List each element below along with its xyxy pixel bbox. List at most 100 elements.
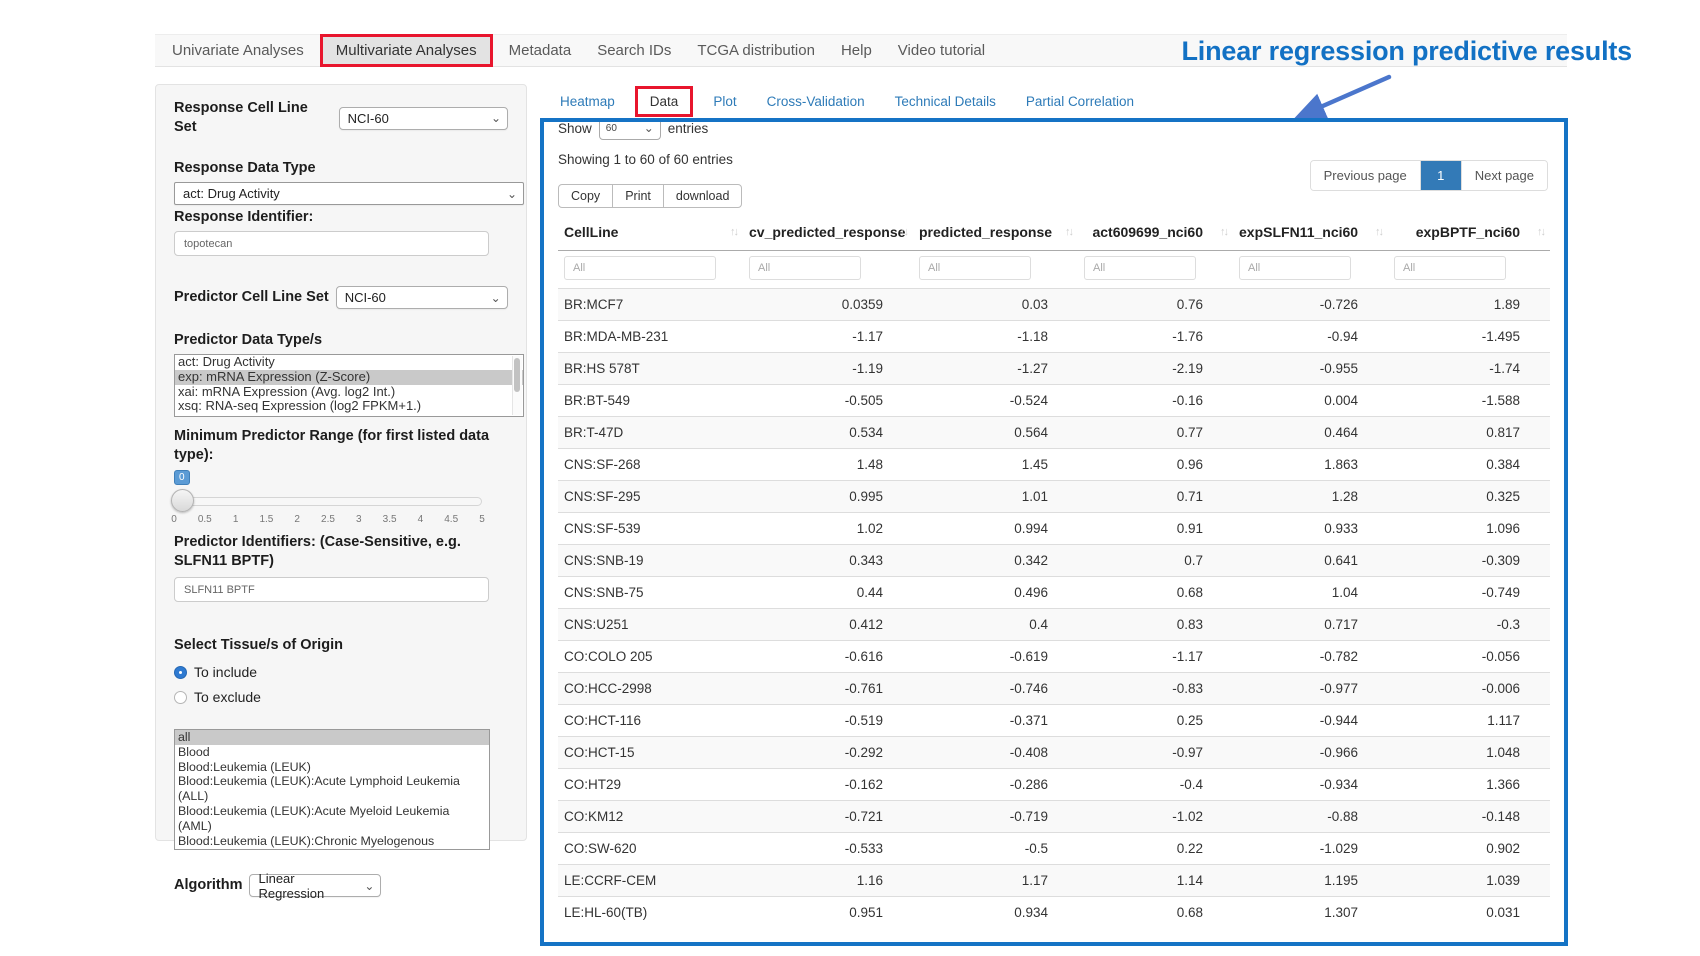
tab-data[interactable]: Data	[638, 89, 691, 114]
value-cell: -1.74	[1388, 353, 1550, 385]
copy-button[interactable]: Copy	[558, 184, 613, 208]
predictor-data-type-option[interactable]: exp: mRNA Expression (Z-Score)	[175, 370, 523, 385]
tab-partial-correlation[interactable]: Partial Correlation	[1011, 86, 1149, 117]
value-cell: 1.195	[1233, 865, 1388, 897]
value-cell: 1.16	[743, 865, 913, 897]
tab-cross-validation[interactable]: Cross-Validation	[752, 86, 880, 117]
tab-technical-details[interactable]: Technical Details	[880, 86, 1011, 117]
next-page-button[interactable]: Next page	[1461, 161, 1547, 190]
sort-icon[interactable]: ↑↓	[1537, 226, 1544, 238]
column-filter-input-cv-predicted-response[interactable]	[749, 256, 861, 280]
column-header-expbptf-nci60[interactable]: expBPTF_nci60↑↓	[1388, 214, 1550, 251]
predictor-data-type-option[interactable]: act: Drug Activity	[175, 355, 523, 370]
nav-item-search-ids[interactable]: Search IDs	[584, 37, 684, 64]
cell-line-cell: CO:COLO 205	[558, 641, 743, 673]
value-cell: -0.371	[913, 705, 1078, 737]
cell-line-cell: CNS:SNB-19	[558, 545, 743, 577]
column-filter-input-predicted-response[interactable]	[919, 256, 1031, 280]
slider-track[interactable]	[174, 497, 482, 506]
sort-icon[interactable]: ↑↓	[900, 226, 907, 238]
filter-cell	[1233, 251, 1388, 289]
value-cell: 0.995	[743, 481, 913, 513]
sort-icon[interactable]: ↑↓	[1220, 226, 1227, 238]
tissue-include-radio[interactable]: To include	[174, 664, 508, 680]
value-cell: 0.994	[913, 513, 1078, 545]
filter-cell	[913, 251, 1078, 289]
previous-page-button[interactable]: Previous page	[1311, 161, 1420, 190]
table-row: CO:COLO 205-0.616-0.619-1.17-0.782-0.056	[558, 641, 1550, 673]
nav-item-metadata[interactable]: Metadata	[496, 37, 585, 64]
slider-handle[interactable]	[171, 489, 194, 512]
value-cell: 1.89	[1388, 289, 1550, 321]
sort-icon[interactable]: ↑↓	[730, 226, 737, 238]
response-data-type-select[interactable]: act: Drug Activity ⌄	[174, 182, 524, 205]
tissue-exclude-radio[interactable]: To exclude	[174, 689, 508, 705]
column-filter-input-expslfn11-nci60[interactable]	[1239, 256, 1351, 280]
scrollbar[interactable]	[512, 356, 522, 415]
value-cell: -0.977	[1233, 673, 1388, 705]
filter-cell	[743, 251, 913, 289]
nav-item-video-tutorial[interactable]: Video tutorial	[885, 37, 998, 64]
tissue-option[interactable]: Blood	[175, 745, 489, 760]
nav-item-multivariate-analyses[interactable]: Multivariate Analyses	[323, 37, 490, 64]
response-cell-line-set-value: NCI-60	[348, 111, 389, 126]
page-size-select[interactable]: 60 ⌄	[599, 118, 661, 140]
value-cell: -0.746	[913, 673, 1078, 705]
sort-icon[interactable]: ↑↓	[1375, 226, 1382, 238]
value-cell: 1.863	[1233, 449, 1388, 481]
nav-item-tcga-distribution[interactable]: TCGA distribution	[684, 37, 828, 64]
algorithm-select[interactable]: Linear Regression ⌄	[249, 874, 381, 897]
predictor-cell-line-set-select[interactable]: NCI-60 ⌄	[336, 286, 508, 309]
radio-unselected-icon[interactable]	[174, 691, 187, 704]
tissue-option[interactable]: Blood:Leukemia (LEUK):Acute Lymphoid Leu…	[175, 774, 489, 804]
filter-cell	[1388, 251, 1550, 289]
nav-item-univariate-analyses[interactable]: Univariate Analyses	[159, 37, 317, 64]
column-filter-input-act609699-nci60[interactable]	[1084, 256, 1196, 280]
response-identifier-input[interactable]	[174, 231, 489, 256]
predictor-data-type-option[interactable]: xai: mRNA Expression (Avg. log2 Int.)	[175, 385, 523, 400]
tab-plot[interactable]: Plot	[698, 86, 751, 117]
cell-line-cell: CNS:SF-295	[558, 481, 743, 513]
table-row: CO:HCT-116-0.519-0.3710.25-0.9441.117	[558, 705, 1550, 737]
tab-heatmap[interactable]: Heatmap	[545, 86, 630, 117]
sort-icon[interactable]: ↑↓	[1065, 226, 1072, 238]
predictor-identifiers-input[interactable]	[174, 577, 489, 602]
min-predictor-range-slider[interactable]: 00.511.522.533.544.55	[174, 487, 482, 525]
value-cell: 0.534	[743, 417, 913, 449]
column-header-predicted-response[interactable]: predicted_response↑↓	[913, 214, 1078, 251]
cell-line-cell: CNS:SNB-75	[558, 577, 743, 609]
chevron-down-icon: ⌄	[364, 881, 374, 891]
print-button[interactable]: Print	[612, 184, 664, 208]
value-cell: 1.02	[743, 513, 913, 545]
tissue-option[interactable]: Blood:Leukemia (LEUK):Acute Myeloid Leuk…	[175, 804, 489, 834]
column-header-expslfn11-nci60[interactable]: expSLFN11_nci60↑↓	[1233, 214, 1388, 251]
tissue-option[interactable]: Blood:Leukemia (LEUK)	[175, 760, 489, 775]
value-cell: -0.505	[743, 385, 913, 417]
column-filter-input-expbptf-nci60[interactable]	[1394, 256, 1506, 280]
download-button[interactable]: download	[663, 184, 743, 208]
cell-line-cell: CO:HT29	[558, 769, 743, 801]
tissue-origin-list[interactable]: allBloodBlood:Leukemia (LEUK)Blood:Leuke…	[174, 729, 490, 850]
column-filter-input-cellline[interactable]	[564, 256, 716, 280]
value-cell: 1.039	[1388, 865, 1550, 897]
tissue-option[interactable]: Blood:Leukemia (LEUK):Chronic Myelogenou…	[175, 834, 489, 850]
cell-line-cell: BR:MDA-MB-231	[558, 321, 743, 353]
radio-selected-icon[interactable]	[174, 666, 187, 679]
predictor-data-types-list[interactable]: act: Drug Activityexp: mRNA Expression (…	[174, 354, 524, 417]
tissue-option[interactable]: all	[175, 730, 489, 745]
scrollbar-thumb[interactable]	[514, 358, 520, 392]
nav-item-help[interactable]: Help	[828, 37, 885, 64]
table-row: BR:BT-549-0.505-0.524-0.160.004-1.588	[558, 385, 1550, 417]
value-cell: 0.641	[1233, 545, 1388, 577]
current-page-button[interactable]: 1	[1420, 161, 1461, 190]
value-cell: 1.048	[1388, 737, 1550, 769]
value-cell: 1.096	[1388, 513, 1550, 545]
response-cell-line-set-select[interactable]: NCI-60 ⌄	[339, 107, 508, 130]
column-header-cellline[interactable]: CellLine↑↓	[558, 214, 743, 251]
cell-line-cell: CO:HCT-116	[558, 705, 743, 737]
value-cell: 1.01	[913, 481, 1078, 513]
algorithm-value: Linear Regression	[258, 871, 358, 901]
column-header-cv-predicted-response[interactable]: cv_predicted_response↑↓	[743, 214, 913, 251]
predictor-data-type-option[interactable]: xsq: RNA-seq Expression (log2 FPKM+1.)	[175, 399, 523, 414]
column-header-act609699-nci60[interactable]: act609699_nci60↑↓	[1078, 214, 1233, 251]
